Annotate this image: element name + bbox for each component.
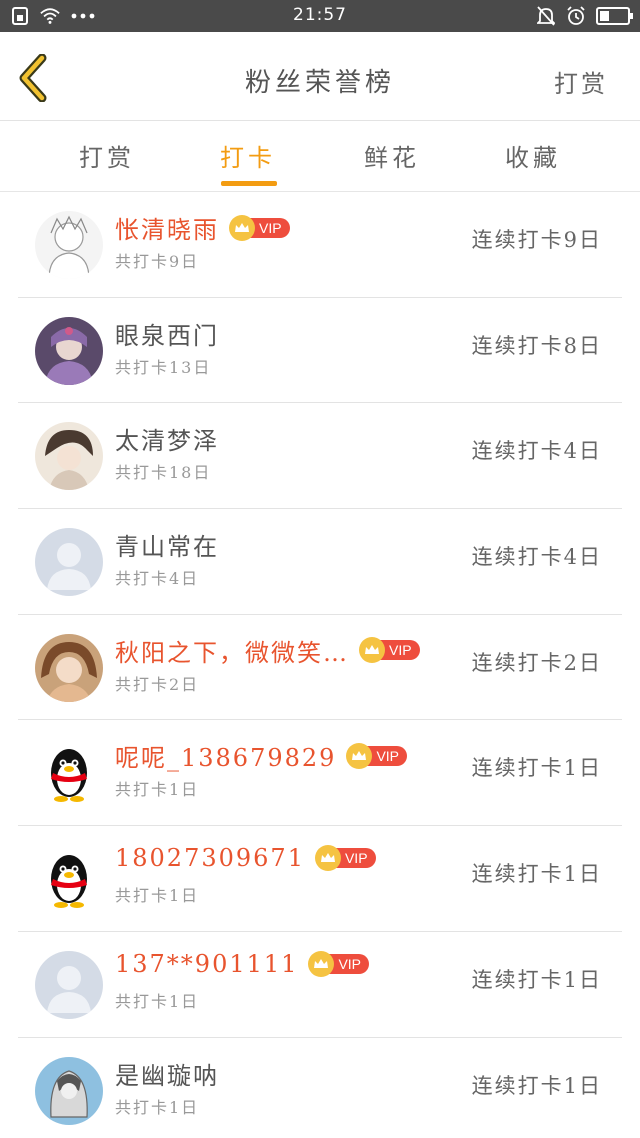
avatar bbox=[35, 211, 103, 279]
streak-checkins: 连续打卡1日 bbox=[471, 862, 602, 887]
streak-checkins: 连续打卡4日 bbox=[471, 439, 602, 464]
list-item[interactable]: 18027309671 VIP 共打卡1日 连续打卡1日 bbox=[18, 826, 622, 932]
tab-favorites[interactable]: 收藏 bbox=[478, 138, 588, 173]
list-item[interactable]: 是幽璇呐 共打卡1日 连续打卡1日 bbox=[18, 1038, 622, 1138]
vip-badge: VIP bbox=[308, 950, 370, 977]
vip-badge: VIP bbox=[314, 845, 376, 872]
streak-checkins: 连续打卡2日 bbox=[471, 650, 602, 675]
streak-checkins: 连续打卡1日 bbox=[471, 756, 602, 781]
list-item[interactable]: 太清梦泽 共打卡18日 连续打卡4日 bbox=[18, 403, 622, 510]
avatar bbox=[35, 633, 103, 702]
default-avatar-icon bbox=[35, 528, 103, 597]
total-checkins: 共打卡1日 bbox=[115, 886, 200, 906]
user-name: 呢呢_138679829 bbox=[115, 744, 337, 773]
status-bar: 21:57 bbox=[0, 0, 640, 32]
list-item[interactable]: 呢呢_138679829 VIP 共打卡1日 连续打卡1日 bbox=[18, 720, 622, 827]
list-item[interactable]: 秋阳之下，微微笑… VIP 共打卡2日 连续打卡2日 bbox=[18, 615, 622, 721]
total-checkins: 共打卡9日 bbox=[115, 252, 200, 271]
total-checkins: 共打卡1日 bbox=[115, 991, 200, 1011]
default-avatar-icon bbox=[35, 950, 103, 1019]
list-item[interactable]: 怅清晓雨 VIP 共打卡9日 连续打卡9日 bbox=[18, 192, 622, 298]
tab-reward[interactable]: 打赏 bbox=[52, 138, 162, 173]
streak-checkins: 连续打卡4日 bbox=[471, 545, 602, 570]
avatar bbox=[35, 316, 103, 385]
tab-bar: 打赏 打卡 鲜花 收藏 bbox=[0, 122, 640, 192]
vip-badge: VIP bbox=[359, 637, 420, 664]
total-checkins: 共打卡4日 bbox=[115, 569, 200, 589]
mute-bell-icon bbox=[536, 6, 556, 26]
streak-checkins: 连续打卡1日 bbox=[471, 1073, 602, 1098]
user-name: 是幽璇呐 bbox=[115, 1061, 219, 1090]
user-name: 青山常在 bbox=[115, 533, 219, 562]
user-name: 太清梦泽 bbox=[115, 427, 219, 456]
user-name: 怅清晓雨 bbox=[115, 216, 219, 244]
list-item[interactable]: 青山常在 共打卡4日 连续打卡4日 bbox=[18, 509, 622, 615]
vip-badge: VIP bbox=[346, 742, 408, 769]
list-item[interactable]: 137**901111 VIP 共打卡1日 连续打卡1日 bbox=[18, 932, 622, 1038]
total-checkins: 共打卡18日 bbox=[115, 463, 212, 483]
avatar bbox=[35, 1056, 103, 1125]
total-checkins: 共打卡1日 bbox=[115, 780, 200, 800]
user-name: 18027309671 bbox=[115, 844, 305, 873]
crown-icon bbox=[314, 845, 341, 872]
battery-icon bbox=[596, 7, 633, 25]
user-name: 眼泉西门 bbox=[115, 321, 219, 350]
total-checkins: 共打卡2日 bbox=[115, 674, 200, 694]
qq-penguin-avatar-icon bbox=[35, 739, 103, 808]
list-item[interactable]: 眼泉西门 共打卡13日 连续打卡8日 bbox=[18, 298, 622, 404]
crown-icon bbox=[229, 214, 255, 241]
reward-button[interactable]: 打赏 bbox=[554, 64, 608, 99]
total-checkins: 共打卡13日 bbox=[115, 357, 212, 377]
qq-penguin-avatar-icon bbox=[35, 845, 103, 914]
avatar bbox=[35, 422, 103, 491]
fan-ranking-list: 怅清晓雨 VIP 共打卡9日 连续打卡9日 眼泉西门 共打卡13日 连续打卡8日… bbox=[0, 192, 640, 1138]
vip-badge: VIP bbox=[229, 214, 290, 241]
alarm-icon bbox=[566, 6, 586, 26]
tab-flowers[interactable]: 鲜花 bbox=[337, 138, 447, 173]
active-tab-indicator bbox=[221, 181, 277, 186]
total-checkins: 共打卡1日 bbox=[115, 1097, 200, 1117]
page-title: 粉丝荣誉榜 bbox=[244, 68, 395, 98]
streak-checkins: 连续打卡8日 bbox=[471, 333, 602, 358]
header-bar: 粉丝荣誉榜 打赏 bbox=[0, 32, 640, 121]
user-name: 秋阳之下，微微笑… bbox=[115, 638, 349, 667]
streak-checkins: 连续打卡9日 bbox=[471, 228, 602, 252]
tab-checkin[interactable]: 打卡 bbox=[193, 138, 303, 173]
streak-checkins: 连续打卡1日 bbox=[471, 967, 602, 992]
user-name: 137**901111 bbox=[115, 949, 299, 978]
